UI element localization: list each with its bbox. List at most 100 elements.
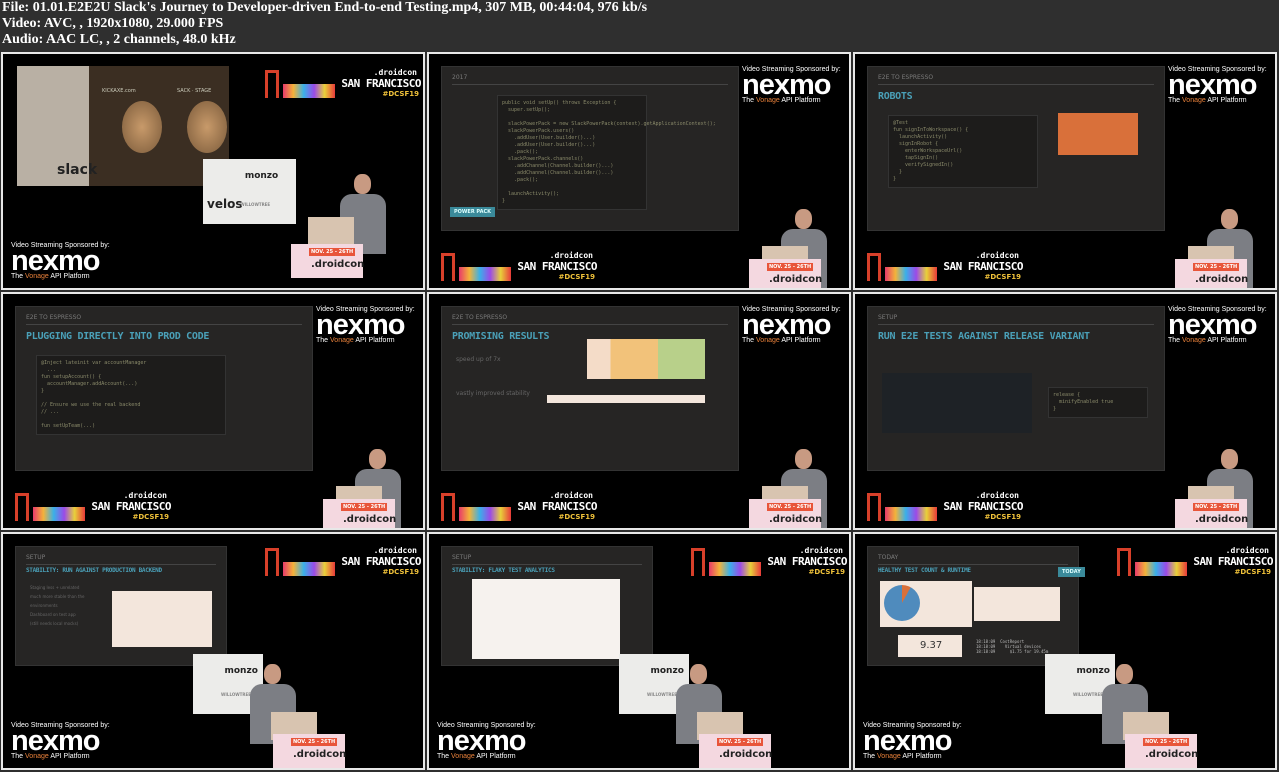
- slide-title: STABILITY: RUN AGAINST PRODUCTION BACKEN…: [26, 567, 162, 574]
- droidcon-banner: NOV. 25 - 26TH .droidcon: [749, 499, 822, 528]
- thumbnail-frame: SETUP RUN E2E TESTS AGAINST RELEASE VARIA…: [853, 292, 1277, 530]
- skyline-icon: [885, 267, 937, 281]
- slide-divider: [452, 324, 728, 325]
- podium: [308, 217, 354, 245]
- tagline-post: API Platform: [48, 753, 90, 760]
- conf-hashtag: #DCSF19: [984, 513, 1021, 521]
- droidcon-banner: NOV. 25 - 26TH .droidcon: [1175, 259, 1249, 288]
- golden-gate-icon: [1117, 548, 1131, 576]
- tagline-brand: Vonage: [451, 753, 475, 760]
- speaker-head: [1221, 449, 1238, 469]
- tagline-post: API Platform: [900, 753, 942, 760]
- results-table: [587, 339, 705, 379]
- tagline-pre: The: [1168, 97, 1183, 104]
- conf-hashtag: #DCSF19: [382, 90, 419, 98]
- nexmo-logo-text: nexmo: [1168, 309, 1257, 341]
- nexmo-sponsor-logo: Video Streaming Sponsored by: nexmo The Vo…: [742, 306, 841, 344]
- nexmo-logo-text: nexmo: [863, 725, 952, 757]
- pie-chart-icon: [884, 585, 920, 621]
- tagline-pre: The: [863, 753, 878, 760]
- banner-dates: NOV. 25 - 26TH: [767, 263, 814, 271]
- thumbnail-grid: KICKAXE.com SACK · STAGE slack monzo velos WI…: [1, 52, 1278, 772]
- tagline-brand: Vonage: [330, 337, 354, 344]
- conf-city: SAN FRANCISCO: [943, 500, 1023, 513]
- nexmo-sponsor-logo: Video Streaming Sponsored by: nexmo The Vo…: [1168, 66, 1267, 104]
- tagline-brand: Vonage: [756, 337, 780, 344]
- droidcon-sf-logo: .droidcon SAN FRANCISCO #DCSF19: [1117, 546, 1275, 580]
- droidcon-sf-logo: .droidcon SAN FRANCISCO #DCSF19: [441, 251, 601, 285]
- droidcon-banner: NOV. 25 - 26TH .droidcon: [749, 259, 823, 288]
- video-info-line: Video: AVC, , 1920x1080, 29.000 FPS: [2, 16, 224, 31]
- slide-divider: [26, 324, 302, 325]
- droidcon-sf-logo: .droidcon SAN FRANCISCO #DCSF19: [691, 546, 849, 580]
- sponsor-sign: monzo velos WILLOWTREE: [203, 159, 296, 224]
- conf-city: SAN FRANCISCO: [341, 555, 421, 568]
- sign-willowtree: WILLOWTREE: [1073, 692, 1103, 697]
- golden-gate-icon: [265, 70, 279, 98]
- banner-name: .droidcon: [311, 259, 365, 270]
- banner-name: .droidcon: [1145, 749, 1199, 760]
- tagline-pre: The: [11, 273, 26, 280]
- bullet-item: vastly improved stability: [456, 390, 530, 397]
- speaker-head: [1116, 664, 1133, 684]
- droidcon-sf-logo: .droidcon SAN FRANCISCO #DCSF19: [265, 68, 423, 102]
- conf-name: .droidcon: [373, 68, 417, 77]
- bullet-item: (still needs local mocks): [30, 621, 79, 626]
- presentation-slide: E2E TO ESPRESSO ROBOTS @Test fun signInToW…: [867, 66, 1165, 231]
- thumbnail-frame: KICKAXE.com SACK · STAGE slack monzo velos WI…: [1, 52, 425, 290]
- photo-caption: KICKAXE.com: [102, 88, 136, 94]
- presentation-slide: E2E TO ESPRESSO PLUGGING DIRECTLY INTO PR…: [15, 306, 313, 471]
- banner-name: .droidcon: [1195, 274, 1249, 285]
- conf-name: .droidcon: [975, 491, 1019, 500]
- thumbnail-frame: E2E TO ESPRESSO PROMISING RESULTS speed up…: [427, 292, 851, 530]
- banner-name: .droidcon: [1195, 514, 1249, 525]
- slide-divider: [452, 84, 728, 85]
- golden-gate-icon: [15, 493, 29, 521]
- speaker-head: [795, 449, 812, 469]
- banner-dates: NOV. 25 - 26TH: [341, 503, 388, 511]
- speaker-head: [795, 209, 812, 229]
- nexmo-sponsor-logo: Video Streaming Sponsored by: nexmo The Vo…: [316, 306, 415, 344]
- file-info-line: File: 01.01.E2E2U Slack's Journey to Dev…: [2, 0, 648, 15]
- droidcon-sf-logo: .droidcon SAN FRANCISCO #DCSF19: [15, 491, 175, 525]
- conf-city: SAN FRANCISCO: [341, 77, 421, 90]
- presentation-slide: SETUP STABILITY: RUN AGAINST PRODUCTION B…: [15, 546, 227, 666]
- conf-hashtag: #DCSF19: [558, 273, 595, 281]
- tagline-brand: Vonage: [1182, 97, 1206, 104]
- skyline-icon: [33, 507, 85, 521]
- conf-hashtag: #DCSF19: [808, 568, 845, 576]
- skyline-icon: [283, 84, 335, 98]
- conf-name: .droidcon: [549, 251, 593, 260]
- droidcon-banner: NOV. 25 - 26TH .droidcon: [323, 499, 396, 528]
- tagline-post: API Platform: [779, 337, 821, 344]
- bullet-item: Staging less + unrelated: [30, 585, 80, 590]
- file-info-header: File: 01.01.E2E2U Slack's Journey to Dev…: [2, 0, 647, 48]
- conf-hashtag: #DCSF19: [558, 513, 595, 521]
- droidcon-banner: NOV. 25 - 26TH .droidcon: [699, 734, 773, 768]
- banner-name: .droidcon: [293, 749, 347, 760]
- tagline-pre: The: [1168, 337, 1183, 344]
- banner-name: .droidcon: [719, 749, 773, 760]
- ide-screenshot: [882, 373, 1032, 433]
- presentation-slide: SETUP STABILITY: FLAKY TEST ANALYTICS: [441, 546, 653, 666]
- tagline-brand: Vonage: [877, 753, 901, 760]
- banner-dates: NOV. 25 - 26TH: [1193, 263, 1240, 271]
- conf-city: SAN FRANCISCO: [517, 260, 597, 273]
- thumbnail-frame: E2E TO ESPRESSO ROBOTS @Test fun signInToW…: [853, 52, 1277, 290]
- slide-photo: KICKAXE.com SACK · STAGE slack: [17, 66, 229, 186]
- nexmo-logo-text: nexmo: [1168, 69, 1257, 101]
- speaker-head: [690, 664, 707, 684]
- axe-target: [122, 101, 162, 153]
- golden-gate-icon: [867, 493, 881, 521]
- skyline-icon: [1135, 562, 1187, 576]
- axe-target: [187, 101, 227, 153]
- banner-dates: NOV. 25 - 26TH: [717, 738, 764, 746]
- nexmo-sponsor-logo: Video Streaming Sponsored by: nexmo The Vo…: [11, 722, 110, 760]
- skyline-icon: [459, 507, 511, 521]
- tagline-brand: Vonage: [25, 273, 49, 280]
- diagram-box: [1058, 113, 1138, 155]
- banner-name: .droidcon: [769, 274, 823, 285]
- nexmo-logo-text: nexmo: [11, 245, 100, 277]
- conf-name: .droidcon: [1225, 546, 1269, 555]
- tagline-pre: The: [437, 753, 452, 760]
